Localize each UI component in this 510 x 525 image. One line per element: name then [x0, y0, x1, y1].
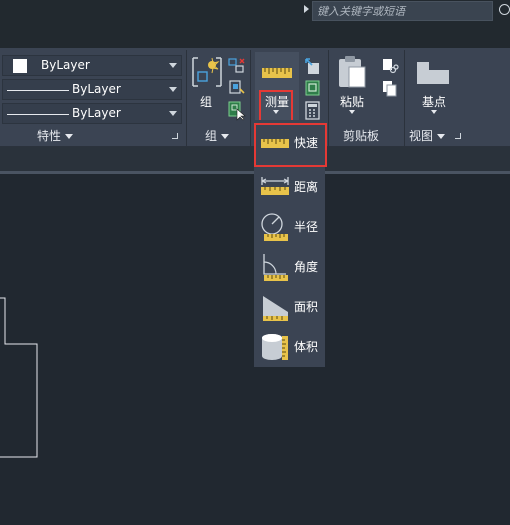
linetype-value: ByLayer — [72, 82, 121, 96]
menu-item-label: 面积 — [294, 300, 319, 314]
lineweight-preview-icon — [7, 114, 69, 115]
chevron-down-icon[interactable] — [169, 111, 177, 116]
base-view-icon[interactable] — [415, 56, 451, 91]
lineweight-select[interactable]: ByLayer — [2, 103, 182, 124]
group-panel-title[interactable]: 组 — [205, 126, 230, 146]
chevron-down-icon[interactable] — [431, 110, 437, 114]
chevron-down-icon — [65, 134, 74, 139]
chevron-down-icon[interactable] — [349, 110, 355, 114]
radius-icon — [260, 212, 290, 245]
properties-title-text: 特性 — [37, 129, 62, 143]
title-bar — [0, 0, 510, 48]
volume-icon — [260, 332, 290, 365]
menu-item-distance[interactable]: 距离 — [254, 168, 325, 204]
panel-divider — [404, 50, 405, 146]
paste-label: 粘贴 — [339, 95, 364, 109]
panel-launcher-icon[interactable] — [455, 133, 461, 139]
search-icon[interactable] — [499, 4, 510, 15]
panel-divider — [250, 50, 251, 146]
distance-icon — [260, 172, 290, 201]
group-edit-icon[interactable] — [228, 79, 246, 100]
base-label: 基点 — [421, 95, 446, 109]
chevron-down-icon[interactable] — [169, 63, 177, 68]
menu-item-label: 半径 — [294, 220, 319, 234]
clipboard-panel-title: 剪贴板 — [343, 129, 380, 143]
menu-item-label: 距离 — [294, 180, 319, 194]
search-input[interactable] — [313, 2, 492, 20]
group-select-icon[interactable] — [228, 101, 246, 124]
properties-panel-title[interactable]: 特性 — [37, 126, 74, 146]
menu-item-radius[interactable]: 半径 — [254, 208, 325, 244]
chevron-down-icon[interactable] — [169, 87, 177, 92]
ungroup-icon[interactable] — [228, 57, 246, 78]
menu-item-angle[interactable]: 角度 — [254, 248, 325, 284]
color-swatch-icon — [13, 59, 27, 73]
paste-icon[interactable] — [336, 54, 368, 93]
copy-icon[interactable] — [381, 79, 399, 100]
ruler-icon — [261, 58, 293, 85]
linetype-preview-icon — [7, 90, 69, 91]
cut-icon[interactable] — [381, 57, 399, 78]
area-icon — [260, 292, 290, 325]
id-point-icon[interactable] — [304, 57, 322, 78]
view-title-text: 视图 — [409, 129, 434, 143]
group-label: 组 — [199, 95, 212, 109]
measure-highlight-box — [259, 90, 293, 122]
chevron-down-icon — [437, 134, 446, 139]
menu-item-area[interactable]: 面积 — [254, 288, 325, 324]
view-panel-title[interactable]: 视图 — [409, 126, 446, 146]
color-value: ByLayer — [41, 58, 90, 72]
menu-item-label: 角度 — [294, 260, 319, 274]
panel-launcher-icon[interactable] — [172, 133, 178, 139]
linetype-select[interactable]: ByLayer — [2, 79, 182, 100]
menu-item-label: 体积 — [294, 340, 319, 354]
search-box[interactable] — [312, 1, 493, 21]
quick-item-highlight-box — [254, 123, 327, 167]
group-title-text: 组 — [205, 129, 218, 143]
list-icon[interactable] — [304, 79, 322, 100]
color-select[interactable]: ByLayer — [2, 55, 182, 76]
chevron-down-icon — [221, 134, 230, 139]
panel-divider — [186, 50, 187, 146]
menu-item-volume[interactable]: 体积 — [254, 328, 325, 364]
angle-icon — [260, 252, 290, 285]
panel-divider — [328, 50, 329, 146]
lineweight-value: ByLayer — [72, 106, 121, 120]
expand-arrow-icon[interactable] — [304, 5, 309, 13]
group-icon[interactable] — [190, 54, 224, 93]
